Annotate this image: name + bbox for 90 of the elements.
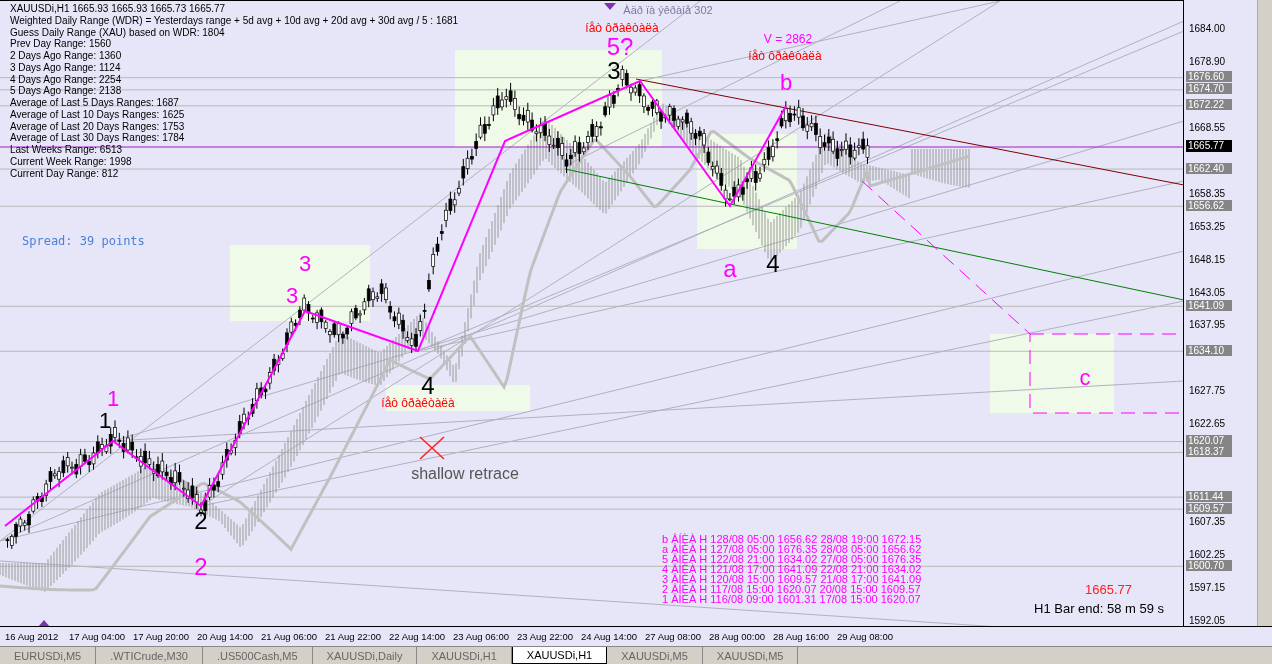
time-label: 24 Aug 14:00 [581,631,638,642]
price-tick: 1597.15 [1189,582,1226,594]
time-label: 21 Aug 06:00 [261,631,318,642]
wave-label: 5? [606,35,634,59]
cross-marker-icon [419,436,445,460]
wave-label: 4 [766,252,780,276]
info-text: 3 Days Ago Range: 1124 [10,61,122,74]
price-tick: 1637.95 [1189,319,1226,331]
price-tick: 1627.75 [1189,385,1226,397]
wave-label: 3 [607,59,621,83]
info-text: 5 Days Ago Range: 2138 [10,85,123,97]
price-level-label: 1672.22 [1186,99,1232,111]
wave-label: 3 [298,253,312,275]
current-price-label: 1665.77 [1186,140,1232,153]
chart-note: íåò ôðàêòàëà [381,397,455,409]
info-text: Weighted Daily Range (WDR) = Yesterdays range + 5d avg + 10d avg + 20d avg + 30d avg / 5 : 1681 [10,14,459,27]
time-label: 27 Aug 08:00 [645,631,702,642]
time-label: 16 Aug 2012 [5,631,60,642]
wave-label: 1 [106,388,120,410]
wave-label: c [1079,367,1091,389]
wave-label: 4 [421,374,435,398]
wave-table-row: 4 ÂÍÈÀ H 121/08 17:00 1641.09 22/08 21:00 1634.02 [662,564,922,574]
wave-table-row: 5 ÂÍÈÀ H 122/08 21:00 1634.02 27/08 05:00 1676.35 [662,554,922,564]
price-tick: 1602.25 [1189,549,1226,561]
spread-text: Spread: 39 points [22,234,145,248]
wave-label: 1 [98,410,112,432]
wave-label: 2 [194,509,208,533]
price-level-label: 1620.07 [1186,435,1232,447]
price-tick: 1658.35 [1189,188,1226,200]
wave-label: 3 [285,285,299,307]
price-tick: 1622.65 [1189,417,1226,429]
scrollbar[interactable] [1257,0,1272,626]
time-label: 22 Aug 14:00 [389,631,446,642]
chart-note: íåò ôðàêòàëà [748,50,822,62]
wave-table-row: 2 ÂÍÈÀ H 117/08 15:00 1620.07 20/08 15:00 1609.57 [662,584,922,594]
price-tick: 1607.35 [1189,516,1226,528]
time-label: 21 Aug 22:00 [325,631,382,642]
price-level-label: 1674.70 [1186,83,1232,95]
price-tick: 1678.90 [1189,55,1226,67]
price-level-label: 1618.37 [1186,446,1232,457]
info-text: Prev Day Range: 1560 [10,38,113,50]
time-label: 28 Aug 00:00 [709,631,766,642]
bar-timer-text: H1 Bar end: 58 m 59 s [1034,601,1165,616]
price-level-label: 1600.70 [1186,559,1232,571]
price-level-label: 1641.09 [1186,299,1232,311]
price-level-label: 1634.10 [1186,344,1232,356]
price-tick: 1668.55 [1189,122,1226,134]
info-text: Current Week Range: 1998 [10,155,133,168]
chart-note: íåò ôðàêòàëà [585,22,659,34]
price-tick: 1684.00 [1189,23,1226,34]
time-label: 28 Aug 16:00 [773,631,830,642]
last-price-text: 1665.77 [1085,582,1132,597]
price-tick: 1592.05 [1189,614,1226,626]
triangle-marker-icon [38,620,50,626]
price-tick: 1648.15 [1189,253,1226,265]
info-text: Average of Last 10 Days Ranges: 1625 [10,108,186,121]
price-tick: 1643.05 [1189,286,1226,298]
price-level-label: 1656.62 [1186,199,1232,211]
info-text: 4 Days Ago Range: 2254 [10,73,123,86]
time-label: 17 Aug 20:00 [133,631,190,642]
info-text: Average of Last 30 Days Ranges: 1784 [10,132,186,144]
info-text: Current Day Range: 812 [10,167,120,180]
info-text: XAUUSDi,H1 1665.93 1665.93 1665.73 1665.77 [10,3,227,15]
wave-label: b [779,72,793,94]
info-text: Average of Last 20 Days Ranges: 1753 [10,120,186,133]
time-label: 29 Aug 08:00 [837,631,894,642]
wave-table-row: 1 ÂÍÈÀ H 116/08 09:00 1601.31 17/08 15:00 1620.07 [662,594,922,604]
time-label: 20 Aug 14:00 [197,631,254,642]
price-level-label: 1662.40 [1186,162,1232,174]
wave-table-row: 3 ÂÍÈÀ H 120/08 15:00 1609.57 21/08 17:00 1641.09 [662,574,922,584]
time-label: 17 Aug 04:00 [69,631,126,642]
chart-tab[interactable]: XAUUSDi,H1 [511,647,608,664]
info-text: Last Weeks Range: 6513 [10,144,124,156]
chart-note: V = 2862 [763,33,813,45]
triangle-marker-icon [604,3,616,10]
price-tick: 1653.25 [1189,220,1226,232]
info-text: Average of Last 5 Days Ranges: 1687 [10,97,180,109]
wave-table-row: a ÂÍÈÀ H 127/08 05:00 1676.35 28/08 05:00 1656.62 [662,544,922,554]
price-level-label: 1676.60 [1186,71,1232,83]
time-label: 23 Aug 06:00 [453,631,510,642]
wave-label: 2 [194,555,208,579]
price-level-label: 1611.44 [1186,490,1232,502]
price-level-label: 1609.57 [1186,502,1232,514]
info-text: Guess Daily Range (XAU) based on WDR: 1804 [10,26,226,39]
wave-table-row: b ÂÍÈÀ H 128/08 05:00 1656.62 28/08 19:00 1672.15 [662,534,922,544]
chart-note: shallow retrace [411,466,519,482]
time-label: 23 Aug 22:00 [517,631,574,642]
chart-note: Àäð ïà ýêðàíå 302 [623,4,713,16]
info-text: 2 Days Ago Range: 1360 [10,50,123,62]
wave-label: a [723,257,737,281]
